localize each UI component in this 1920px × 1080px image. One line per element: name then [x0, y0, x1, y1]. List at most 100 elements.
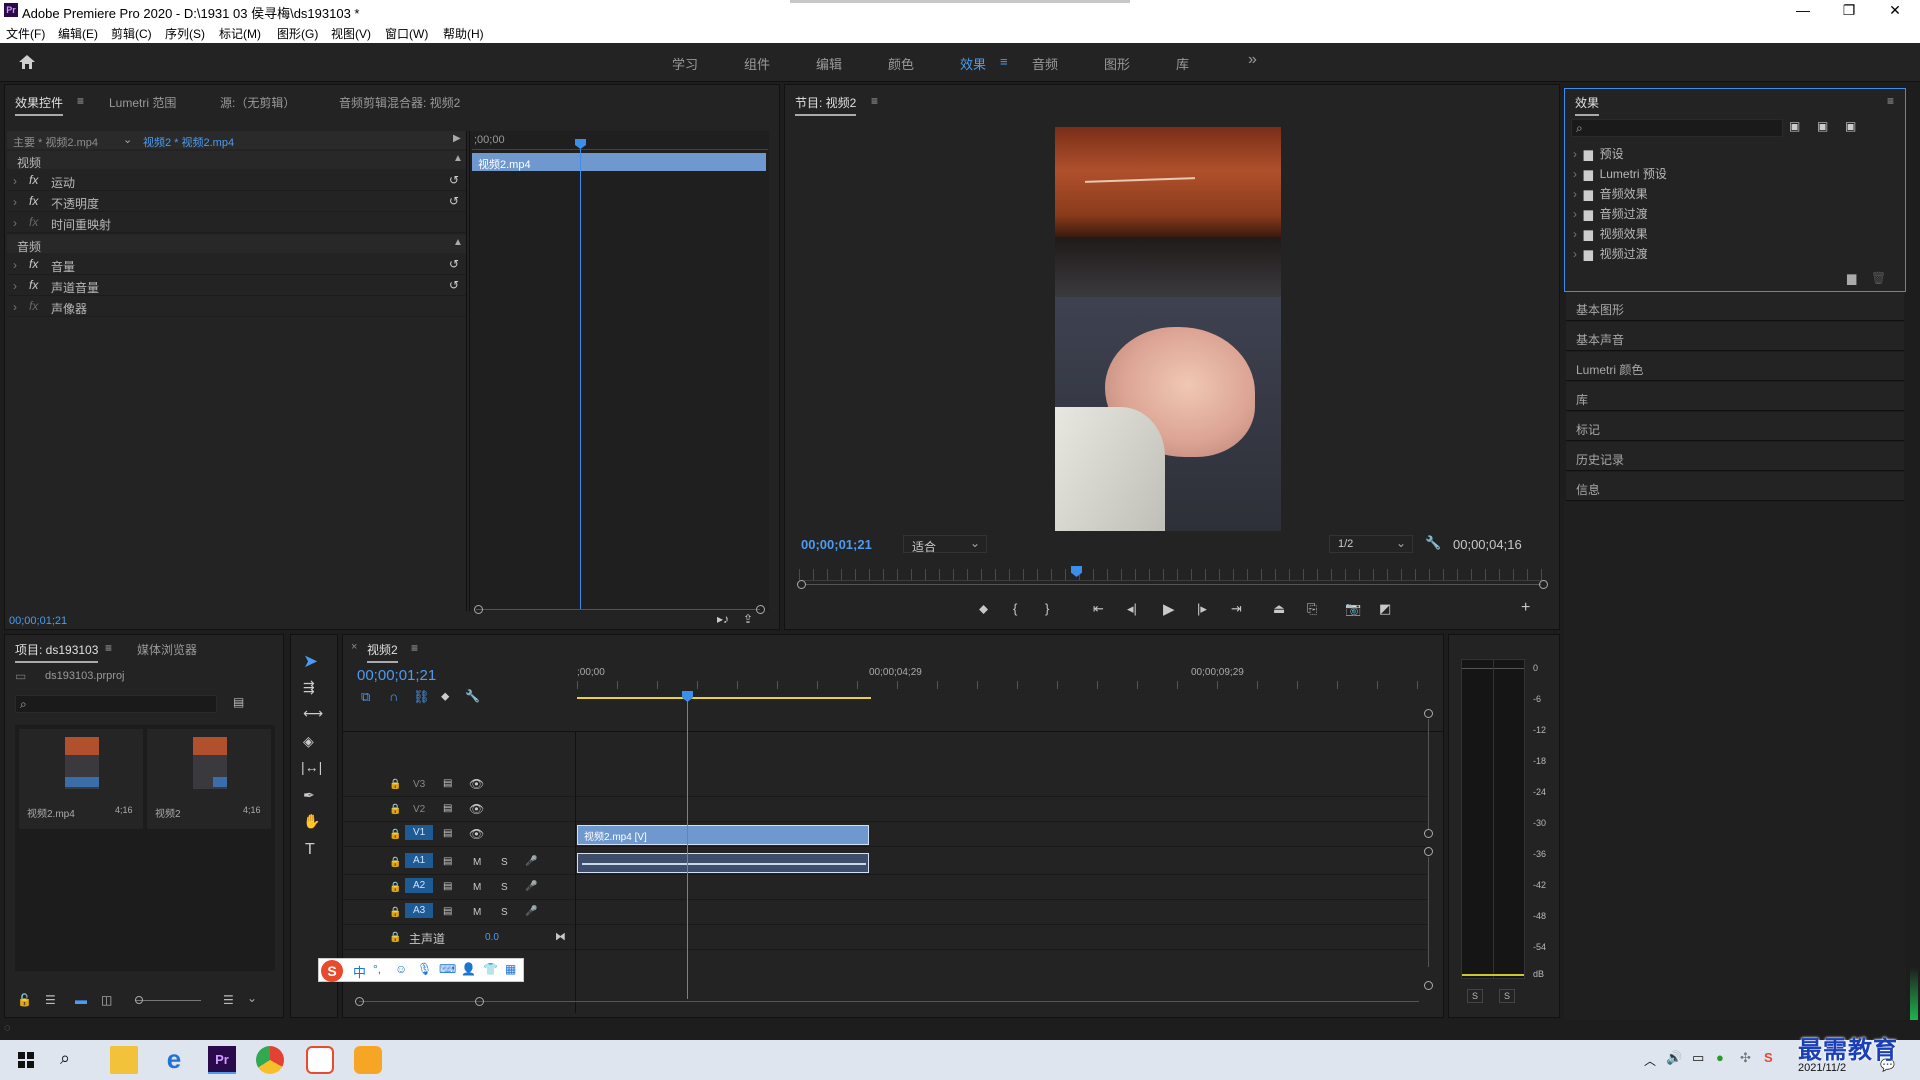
panel-markers[interactable]: 标记 [1566, 412, 1904, 441]
effects-folder-presets[interactable]: › ▆ 预设 [1573, 145, 1624, 162]
premiere-taskbar-icon[interactable]: Pr [208, 1046, 236, 1074]
lift-icon[interactable]: ⏏ [1273, 601, 1285, 617]
project-search-input[interactable]: ⌕ [15, 695, 217, 713]
track-label[interactable]: A2 [405, 878, 434, 893]
32bit-effects-icon[interactable]: ▣ [1817, 119, 1828, 133]
tab-source[interactable]: 源:（无剪辑） [220, 94, 295, 111]
workspace-audio[interactable]: 音频 [1032, 54, 1058, 73]
effect-row-volume[interactable]: › fx 音量 ↺ [7, 255, 467, 275]
effects-title[interactable]: 效果 [1575, 94, 1600, 116]
effects-search-input[interactable]: ⌕ [1571, 119, 1783, 137]
chevron-right-icon[interactable]: › [13, 216, 17, 230]
zoom-handle-left[interactable] [355, 997, 364, 1006]
scroll-handle[interactable] [1424, 829, 1433, 838]
mute-button[interactable]: M [473, 882, 481, 893]
scroll-handle[interactable] [1424, 847, 1433, 856]
close-tab-icon[interactable]: × [351, 641, 357, 653]
find-icon[interactable]: ▤ [233, 695, 244, 709]
audio-scrollbar[interactable] [1428, 857, 1429, 967]
minimize-icon[interactable]: — [1788, 2, 1818, 18]
sync-lock-icon[interactable]: ▤ [443, 856, 452, 867]
lock-icon[interactable]: 🔒 [389, 857, 401, 868]
chevron-down-icon[interactable]: ⌄ [247, 991, 257, 1005]
zoom-handle-left[interactable] [474, 605, 483, 614]
comparison-view-icon[interactable]: ◩ [1379, 601, 1391, 617]
eye-icon[interactable]: 👁 [469, 777, 484, 791]
icon-view-icon[interactable]: ▬ [75, 993, 87, 1007]
zoom-handle-left[interactable] [797, 580, 806, 589]
tab-audio-clip-mixer[interactable]: 音频剪辑混合器: 视频2 [339, 94, 460, 111]
timeline-ruler[interactable]: ;00;00 00;00;04;29 00;00;09;29 [577, 661, 1427, 703]
menu-clip[interactable]: 剪辑(C) [111, 25, 152, 42]
type-tool-icon[interactable]: T [305, 841, 315, 859]
tab-project[interactable]: 项目: ds193103 [15, 641, 99, 663]
input-icon[interactable]: ✣ [1740, 1050, 1751, 1066]
menu-marker[interactable]: 标记(M) [219, 25, 261, 42]
workspace-learn[interactable]: 学习 [672, 54, 698, 73]
maximize-icon[interactable]: ❐ [1834, 2, 1864, 19]
track-label[interactable]: V1 [405, 825, 434, 840]
export-frame-icon[interactable]: 📷 [1345, 601, 1361, 617]
track-label[interactable]: A1 [405, 853, 434, 868]
track-label[interactable]: V3 [413, 779, 425, 790]
solo-button[interactable]: S [501, 882, 508, 893]
sync-lock-icon[interactable]: ▤ [443, 803, 452, 814]
workspace-effects[interactable]: 效果 [960, 54, 986, 73]
track-label[interactable]: A3 [405, 903, 434, 918]
program-title[interactable]: 节目: 视频2 [795, 94, 857, 116]
skin-icon[interactable]: 👕 [483, 962, 498, 976]
scroll-handle[interactable] [1424, 709, 1433, 718]
panel-menu-icon[interactable]: ≡ [105, 641, 112, 655]
user-icon[interactable]: 👤 [461, 962, 476, 976]
reset-icon[interactable]: ↺ [449, 278, 459, 292]
microphone-icon[interactable]: 🎤 [525, 881, 537, 892]
keyboard-icon[interactable]: ⌨ [439, 962, 456, 976]
zoom-scrollbar[interactable] [476, 609, 760, 610]
workspace-editing[interactable]: 编辑 [816, 54, 842, 73]
project-item[interactable]: 视频2.mp4 4;16 [19, 729, 143, 829]
close-icon[interactable]: ✕ [1880, 2, 1910, 19]
fx-badge[interactable]: fx [29, 173, 38, 187]
effect-row-opacity[interactable]: › fx 不透明度 ↺ [7, 192, 467, 212]
pen-tool-icon[interactable]: ✒ [303, 787, 315, 804]
workspace-menu-icon[interactable]: ≡ [1000, 54, 1008, 69]
clip-dropdown-icon[interactable]: ⌄ [123, 133, 132, 146]
track-select-tool-icon[interactable]: ⇶ [303, 679, 315, 696]
menu-help[interactable]: 帮助(H) [443, 25, 484, 42]
reset-icon[interactable]: ↺ [449, 194, 459, 208]
home-icon[interactable] [18, 54, 36, 70]
resolution-dropdown[interactable]: 1/2 ⌄ [1329, 535, 1413, 553]
list-view-icon[interactable]: ☰ [45, 993, 56, 1007]
fx-badge[interactable]: fx [29, 257, 38, 271]
effects-folder-video-transitions[interactable]: › ▆ 视频过渡 [1573, 245, 1648, 262]
filter-icon[interactable]: ▸♪ [717, 612, 729, 626]
collapse-icon[interactable]: ▲ [453, 153, 463, 164]
playhead-handle[interactable] [575, 139, 586, 149]
edge-browser-icon[interactable]: e [160, 1046, 188, 1074]
wrench-icon[interactable]: 🔧 [1425, 535, 1441, 551]
solo-button[interactable]: S [501, 907, 508, 918]
step-forward-icon[interactable]: |▸ [1197, 601, 1207, 617]
panel-history[interactable]: 历史记录 [1566, 442, 1904, 471]
microphone-icon[interactable]: 🎤 [525, 906, 537, 917]
add-marker-icon[interactable]: ⬥ [979, 601, 988, 617]
accelerated-effects-icon[interactable]: ▣ [1789, 119, 1800, 133]
effects-folder-lumetri-presets[interactable]: › ▆ Lumetri 预设 [1573, 165, 1667, 182]
volume-icon[interactable]: 🔊 [1666, 1050, 1682, 1066]
sync-lock-icon[interactable]: ▤ [443, 828, 452, 839]
chevron-right-icon[interactable]: › [13, 174, 17, 188]
chevron-right-icon[interactable]: › [13, 300, 17, 314]
zoom-handle-right[interactable] [1539, 580, 1548, 589]
razor-tool-icon[interactable]: ◈ [303, 733, 314, 750]
panel-info[interactable]: 信息 [1566, 472, 1904, 501]
app-icon-2[interactable] [354, 1046, 382, 1074]
scroll-handle[interactable] [1424, 981, 1433, 990]
program-zoom-bar[interactable] [805, 584, 1541, 585]
menu-view[interactable]: 视图(V) [331, 25, 371, 42]
panel-menu-icon[interactable]: ≡ [1887, 94, 1894, 108]
lock-icon[interactable]: 🔒 [389, 907, 401, 918]
yuv-effects-icon[interactable]: ▣ [1845, 119, 1856, 133]
solo-left-button[interactable]: S [1467, 989, 1483, 1003]
menu-sequence[interactable]: 序列(S) [165, 25, 205, 42]
tab-lumetri-scopes[interactable]: Lumetri 范围 [109, 94, 176, 111]
